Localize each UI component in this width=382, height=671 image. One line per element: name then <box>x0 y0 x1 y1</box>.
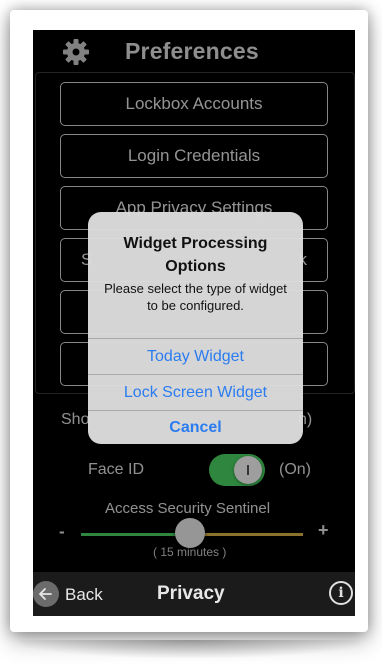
back-button[interactable]: Back <box>65 585 103 605</box>
lock-screen-widget-button[interactable]: Lock Screen Widget <box>88 375 303 410</box>
alert-message: Please select the type of widget to be c… <box>104 281 287 313</box>
info-icon[interactable]: i <box>329 581 353 605</box>
today-widget-button[interactable]: Today Widget <box>88 339 303 374</box>
frame-shadow <box>20 640 360 658</box>
alert-title: Widget Processing Options <box>123 235 268 275</box>
widget-options-alert: Widget Processing Options Please select … <box>88 212 303 444</box>
back-arrow-icon[interactable] <box>33 581 59 607</box>
bottom-toolbar: Back Privacy i <box>33 572 355 616</box>
toolbar-title: Privacy <box>157 583 225 604</box>
cancel-button[interactable]: Cancel <box>88 410 303 444</box>
